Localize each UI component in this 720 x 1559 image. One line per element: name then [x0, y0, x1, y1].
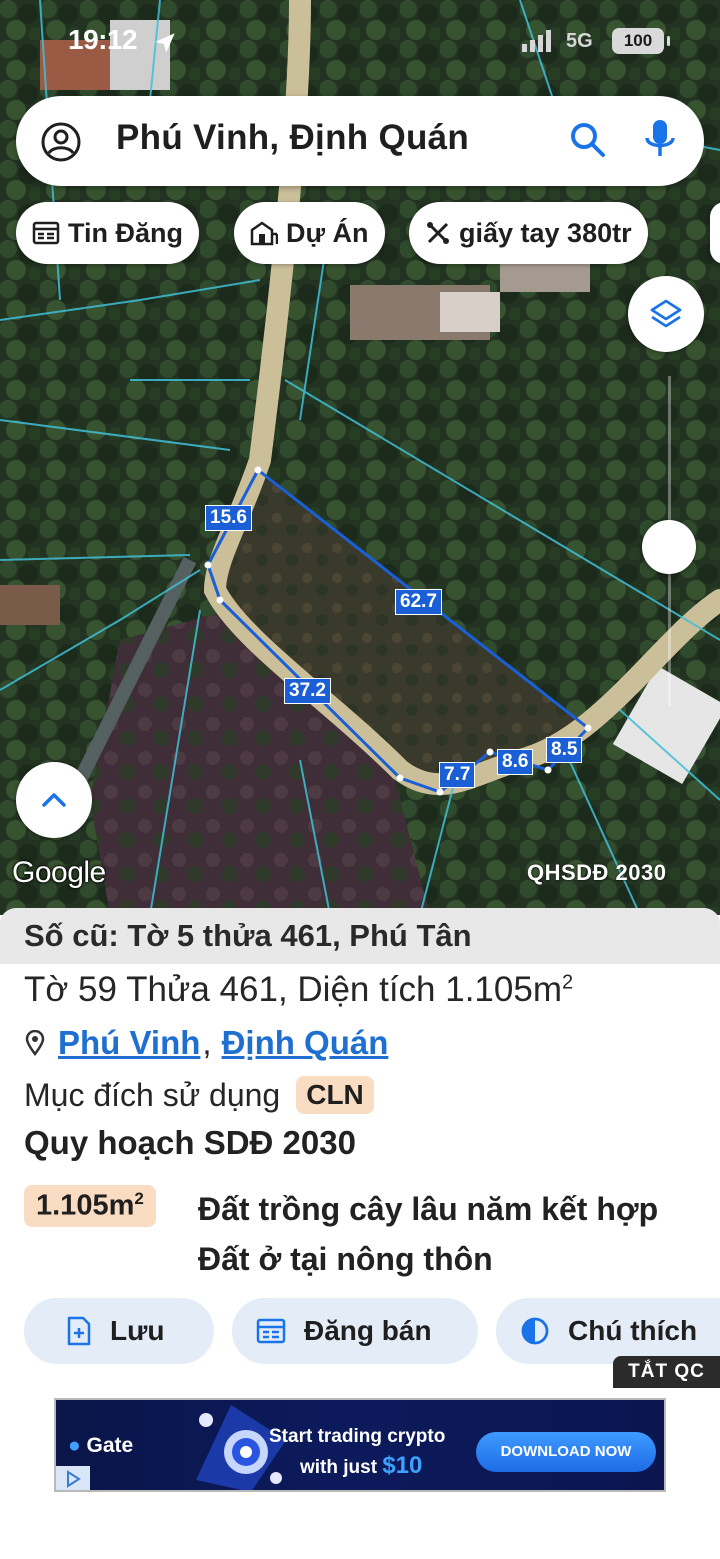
ad-subline: with just $10	[300, 1452, 422, 1480]
post-sale-icon	[256, 1318, 286, 1344]
layers-button[interactable]	[628, 276, 704, 352]
chip-filter[interactable]: giấy tay 380tr	[409, 202, 648, 264]
search-bar[interactable]: Phú Vinh, Định Quán	[16, 96, 704, 186]
clock: 19:12	[68, 24, 138, 55]
planning-area-exponent: 2	[134, 1189, 144, 1208]
edge-length-label: 62.7	[395, 589, 442, 615]
layers-icon	[650, 299, 682, 328]
chip-label: Tin Đăng	[68, 217, 184, 248]
ad-price: $10	[382, 1452, 423, 1479]
parcel-summary-unit-exponent: 2	[561, 971, 574, 994]
battery-icon: 100	[612, 28, 670, 54]
save-icon	[67, 1316, 91, 1346]
map-view[interactable]: 15.6 62.7 37.2 7.7 8.6 8.5 19:12 5G 100	[0, 0, 720, 915]
old-parcel-number: Số cũ: Tờ 5 thửa 461, Phú Tân	[24, 918, 472, 953]
chip-label: Dự Án	[286, 217, 369, 248]
google-logo: Google	[12, 856, 106, 889]
gate-logo-icon: ●	[68, 1434, 81, 1457]
chip-tin-dang[interactable]: Tin Đăng	[16, 202, 200, 264]
save-label: Lưu	[110, 1315, 165, 1346]
ad-headline: Start trading crypto	[269, 1426, 446, 1447]
hide-ads-button[interactable]: TẮT QC	[613, 1356, 720, 1388]
old-parcel-header: Số cũ: Tờ 5 thửa 461, Phú Tân	[0, 908, 720, 964]
planning-overlay-label: QHSDĐ 2030	[527, 860, 667, 885]
opacity-slider-handle[interactable]	[642, 520, 696, 574]
edge-length-label: 8.6	[497, 749, 534, 775]
ad-brand-name: Gate	[86, 1434, 134, 1457]
post-sale-button[interactable]: Đăng bán	[232, 1298, 478, 1364]
expand-panel-button[interactable]	[16, 762, 92, 838]
project-building-icon	[250, 221, 278, 246]
search-icon[interactable]	[568, 120, 608, 165]
edge-length-label: 8.5	[546, 737, 583, 763]
land-purpose-row: Mục đích sử dụng CLN	[24, 1076, 374, 1114]
status-bar: 19:12 5G 100	[0, 0, 720, 84]
ad-banner[interactable]: ● Gate Start trading crypto with just $1…	[54, 1398, 666, 1492]
tools-icon	[427, 222, 449, 244]
edge-length-label: 15.6	[205, 505, 252, 531]
ward-link[interactable]: Phú Vinh	[58, 1024, 200, 1062]
location-pin-icon	[25, 1030, 45, 1056]
ad-choices-icon[interactable]	[56, 1466, 90, 1490]
location-separator: ,	[202, 1024, 212, 1061]
parcel-summary-text: Tờ 59 Thửa 461, Diện tích 1.105m	[24, 970, 562, 1009]
planning-area-badge: 1.105m2	[24, 1185, 156, 1227]
legend-button[interactable]: Chú thích	[496, 1298, 720, 1364]
land-purpose-code-badge: CLN	[296, 1076, 374, 1114]
network-type: 5G	[566, 30, 593, 52]
legend-icon	[521, 1317, 549, 1345]
search-query[interactable]: Phú Vinh, Định Quán	[116, 118, 469, 158]
land-purpose-label: Mục đích sử dụng	[24, 1076, 281, 1113]
chip-du-an[interactable]: Dự Án	[234, 202, 385, 264]
legend-label: Chú thích	[568, 1315, 698, 1346]
ad-download-button[interactable]: DOWNLOAD NOW	[476, 1432, 656, 1472]
chip-label: giấy tay 380tr	[459, 217, 632, 248]
location-row: Phú Vinh , Định Quán	[24, 1024, 388, 1062]
chevron-up-icon	[42, 793, 66, 807]
listing-icon	[32, 221, 60, 245]
edge-length-label: 7.7	[439, 762, 476, 788]
chip-overflow[interactable]	[710, 202, 720, 264]
ad-subline-prefix: with just	[300, 1457, 383, 1478]
district-link[interactable]: Định Quán	[222, 1024, 389, 1062]
parcel-summary: Tờ 59 Thửa 461, Diện tích 1.105m2	[24, 970, 573, 1010]
microphone-icon[interactable]	[642, 118, 678, 167]
edge-length-label: 37.2	[284, 678, 331, 704]
signal-icon	[522, 30, 552, 57]
planning-area-value: 1.105m	[36, 1189, 135, 1222]
account-circle-icon[interactable]	[40, 121, 82, 168]
planning-title: Quy hoạch SDĐ 2030	[24, 1124, 356, 1161]
planning-land-use: Đất trồng cây lâu năm kết hợp Đất ở tại …	[198, 1191, 659, 1277]
location-arrow-icon	[152, 30, 178, 61]
post-sale-label: Đăng bán	[304, 1315, 432, 1346]
save-button[interactable]: Lưu	[24, 1298, 214, 1364]
ad-brand: ● Gate	[68, 1434, 133, 1458]
